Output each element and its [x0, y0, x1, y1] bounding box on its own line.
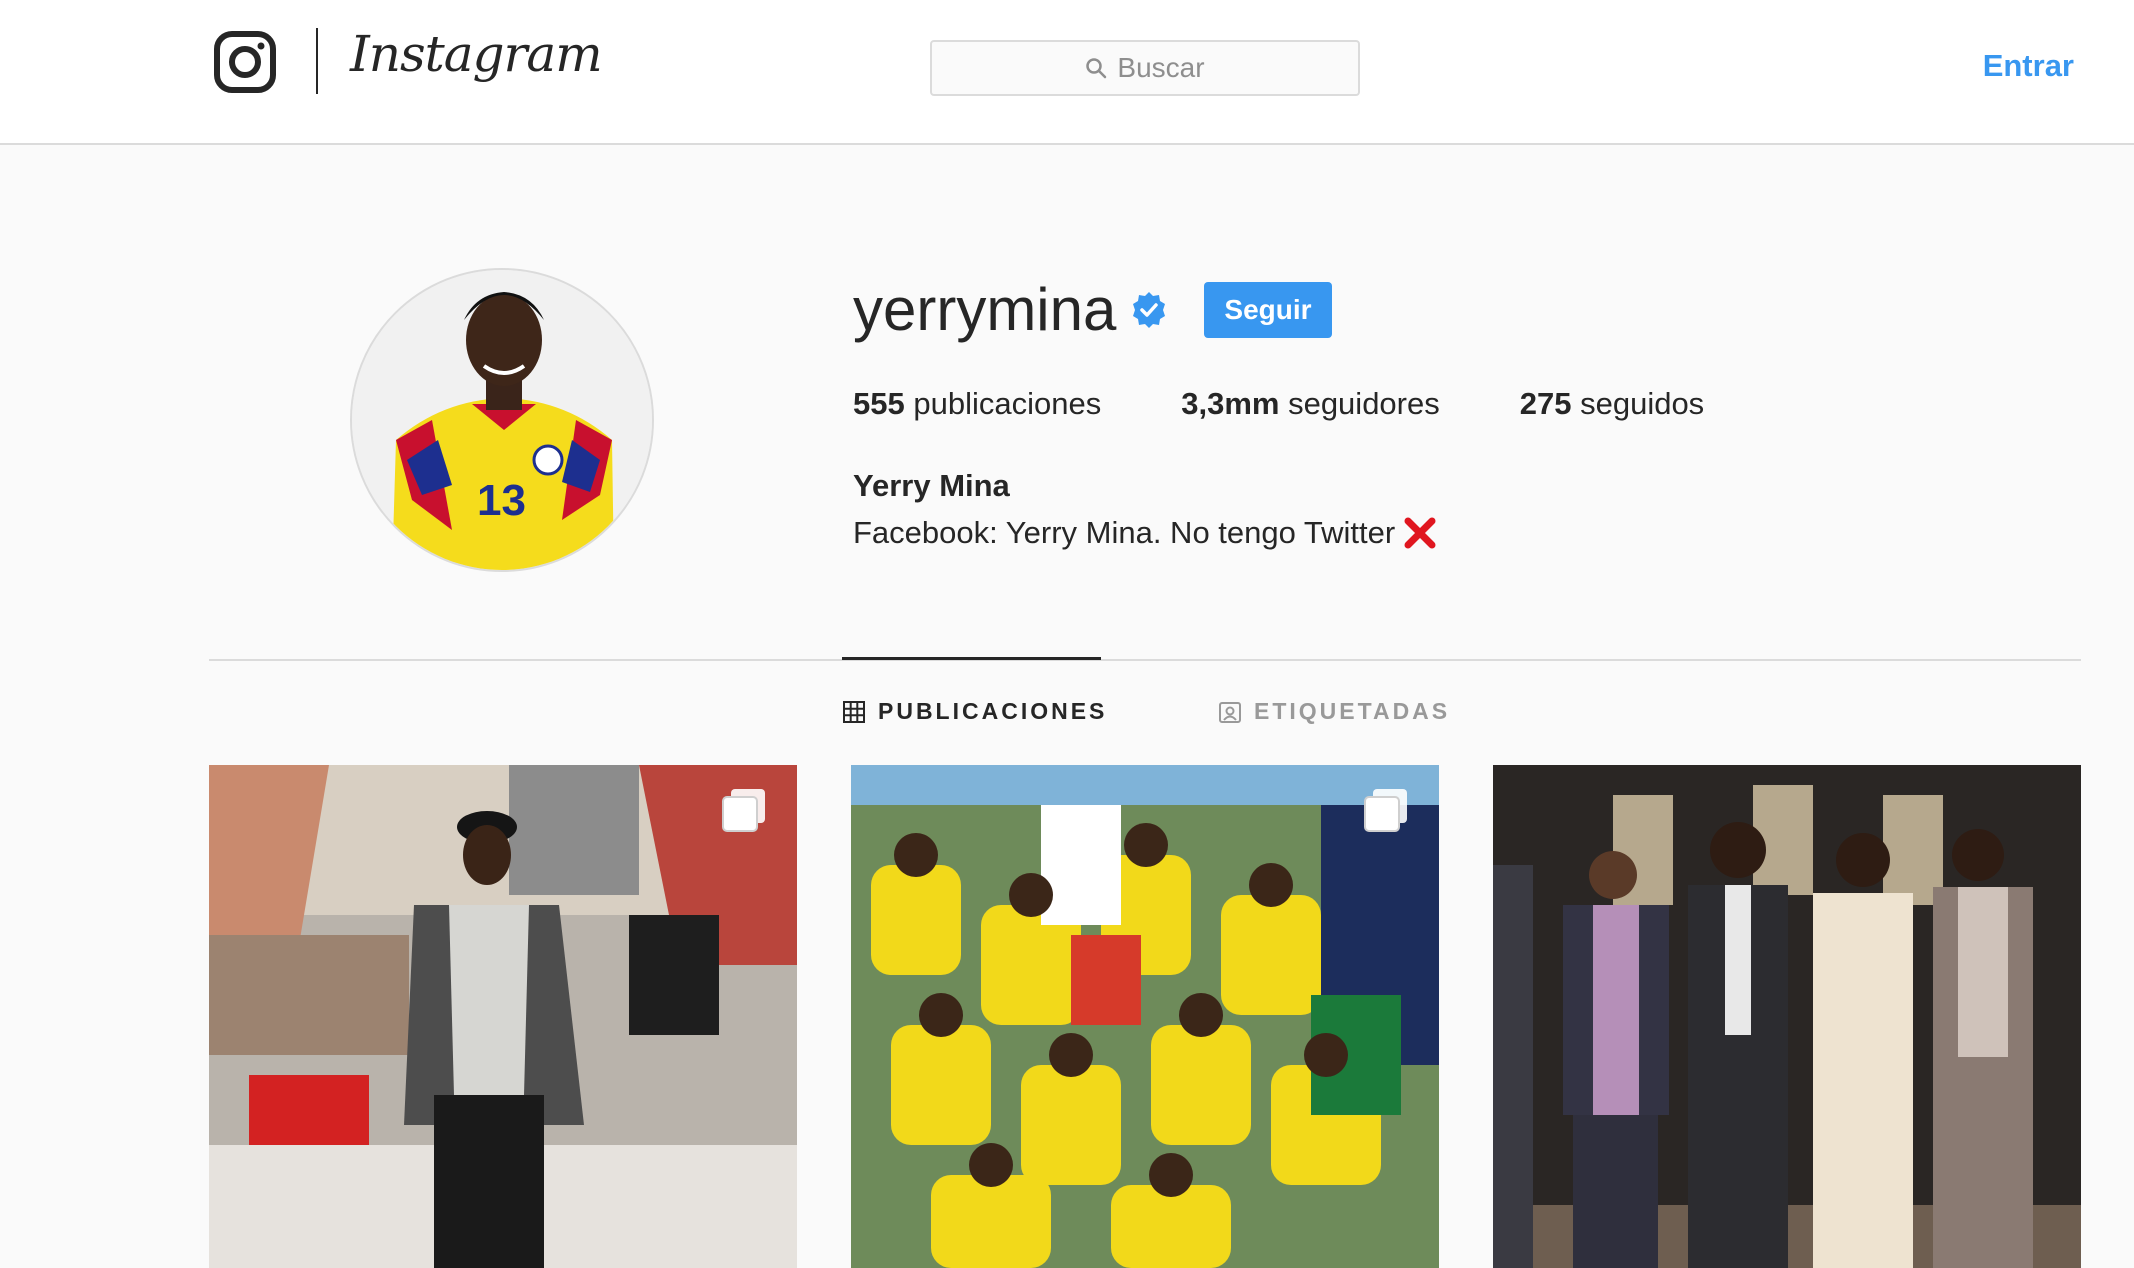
- login-link[interactable]: Entrar: [1983, 48, 2074, 84]
- post-image: [851, 765, 1439, 1268]
- profile-stats: 555 publicaciones 3,3mm seguidores 275 s…: [853, 386, 1784, 422]
- profile-full-name: Yerry Mina: [853, 468, 1010, 503]
- search-input[interactable]: Buscar: [930, 40, 1360, 96]
- grid-icon: [843, 700, 865, 723]
- svg-text:13: 13: [477, 476, 526, 525]
- carousel-icon: [1364, 789, 1407, 832]
- avatar-photo: 13: [352, 270, 652, 570]
- verified-badge-icon: [1133, 292, 1166, 328]
- tab-etiquetadas-label: ETIQUETADAS: [1254, 698, 1451, 724]
- post-image: [209, 765, 797, 1268]
- carousel-icon: [722, 789, 765, 832]
- profile-header-row: yerrymina Seguir: [853, 270, 1332, 350]
- profile-username: yerrymina: [853, 276, 1117, 343]
- followers-stat[interactable]: 3,3mm seguidores: [1181, 386, 1440, 422]
- follow-button[interactable]: Seguir: [1204, 282, 1332, 338]
- followers-label: seguidores: [1288, 386, 1440, 421]
- following-stat[interactable]: 275 seguidos: [1520, 386, 1704, 422]
- search-placeholder: Buscar: [1117, 52, 1205, 83]
- top-navigation-bar: Instagram Buscar Entrar: [0, 0, 2134, 145]
- following-label: seguidos: [1580, 386, 1705, 421]
- instagram-camera-icon[interactable]: [214, 31, 276, 93]
- post-thumbnail[interactable]: [851, 765, 1439, 1268]
- post-image: [1493, 765, 2081, 1268]
- logo-divider: [316, 28, 318, 94]
- tagged-icon: [1219, 701, 1241, 723]
- active-tab-indicator: [842, 657, 1101, 660]
- followers-count: 3,3mm: [1181, 386, 1280, 421]
- following-count: 275: [1519, 386, 1572, 421]
- post-thumbnail[interactable]: [209, 765, 797, 1268]
- posts-label: publicaciones: [913, 386, 1102, 421]
- tab-publicaciones[interactable]: PUBLICACIONES: [842, 698, 1107, 725]
- tab-publicaciones-label: PUBLICACIONES: [878, 698, 1108, 724]
- bio-text: Facebook: Yerry Mina. No tengo Twitter: [853, 515, 1396, 550]
- cross-mark-icon: [1404, 517, 1436, 549]
- profile-avatar[interactable]: 13: [350, 268, 654, 572]
- instagram-wordmark-logo[interactable]: Instagram: [350, 25, 603, 83]
- search-icon: [1086, 58, 1107, 79]
- post-thumbnail[interactable]: [1493, 765, 2081, 1268]
- posts-stat: 555 publicaciones: [853, 386, 1101, 422]
- tabs-divider: [209, 659, 2081, 661]
- posts-count: 555: [853, 386, 905, 421]
- tab-etiquetadas[interactable]: ETIQUETADAS: [1218, 698, 1450, 725]
- profile-bio: Facebook: Yerry Mina. No tengo Twitter: [853, 515, 1437, 551]
